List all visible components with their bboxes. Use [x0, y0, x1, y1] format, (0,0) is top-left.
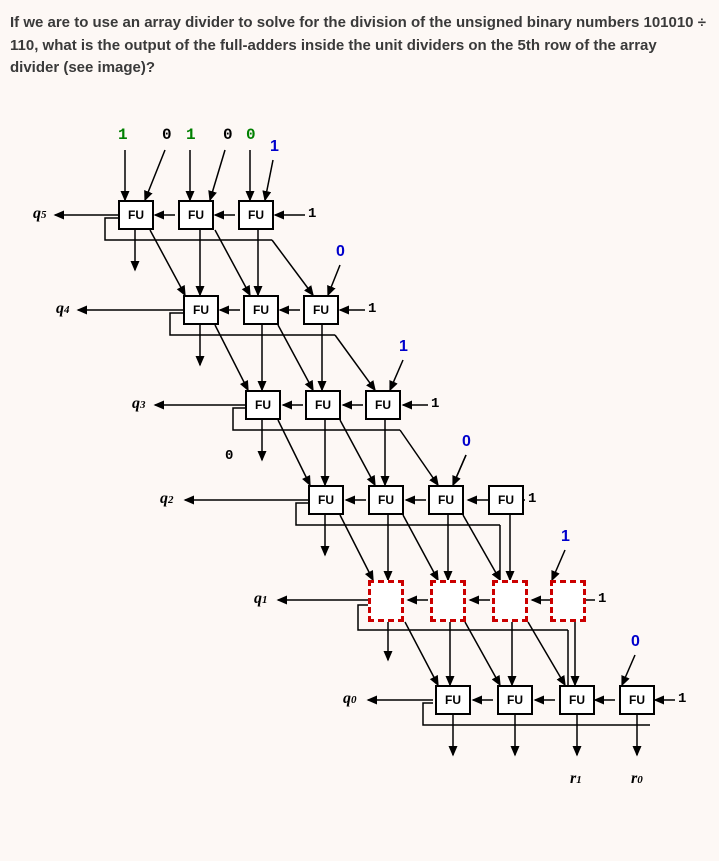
fu-r6-c1: FU — [497, 685, 533, 715]
fu-r5-c2-highlighted — [492, 580, 528, 622]
carry-in-r2: 1 — [368, 301, 376, 317]
fu-r2-c0: FU — [183, 295, 219, 325]
q3-label: q3 — [132, 395, 146, 413]
fu-r1-c2: FU — [238, 200, 274, 230]
dividend-bit-r3: 1 — [399, 338, 408, 356]
fu-r3-c2: FU — [365, 390, 401, 420]
fu-r2-c1: FU — [243, 295, 279, 325]
array-divider-diagram: 1 0 1 0 0 1 0 1 0 1 0 1 1 1 1 1 1 0 q5 q… — [10, 100, 710, 840]
top-bit-1: 0 — [223, 126, 233, 144]
fu-r3-c1: FU — [305, 390, 341, 420]
fu-r4-c3: FU — [488, 485, 524, 515]
r0-label: r0 — [631, 770, 643, 788]
diagram-lines — [10, 100, 710, 840]
dividend-bit-r5: 1 — [561, 528, 570, 546]
carry-in-r4: 1 — [528, 491, 536, 507]
carry-in-r6: 1 — [678, 691, 686, 707]
fu-r4-c1: FU — [368, 485, 404, 515]
q2-label: q2 — [160, 490, 174, 508]
dividend-bit-r6: 0 — [631, 633, 640, 651]
top-bit-0: 0 — [246, 126, 256, 144]
q4-label: q4 — [56, 300, 70, 318]
q1-label: q1 — [254, 590, 268, 608]
top-bit-3: 0 — [162, 126, 172, 144]
carry-in-r3: 1 — [431, 396, 439, 412]
carry-in-r1: 1 — [308, 206, 316, 222]
q0-label: q0 — [343, 690, 357, 708]
top-bit-2: 1 — [186, 126, 196, 144]
row1-top-in: 1 — [270, 138, 279, 156]
fu-r5-c3-highlighted — [550, 580, 586, 622]
fu-r5-c0-highlighted — [368, 580, 404, 622]
fu-r3-c0: FU — [245, 390, 281, 420]
fu-r2-c2: FU — [303, 295, 339, 325]
top-bit-4: 1 — [118, 126, 128, 144]
fu-r6-c0: FU — [435, 685, 471, 715]
question-text: If we are to use an array divider to sol… — [10, 12, 709, 80]
r1-label: r1 — [570, 770, 582, 788]
carry-in-r5: 1 — [598, 591, 606, 607]
q5-label: q5 — [33, 205, 47, 223]
fu-r6-c3: FU — [619, 685, 655, 715]
side-zero: 0 — [225, 448, 233, 464]
fu-r1-c1: FU — [178, 200, 214, 230]
dividend-bit-r4: 0 — [462, 433, 471, 451]
fu-r5-c1-highlighted — [430, 580, 466, 622]
fu-r1-c0: FU — [118, 200, 154, 230]
fu-r6-c2: FU — [559, 685, 595, 715]
dividend-bit-r2: 0 — [336, 243, 345, 261]
fu-r4-c0: FU — [308, 485, 344, 515]
fu-r4-c2: FU — [428, 485, 464, 515]
